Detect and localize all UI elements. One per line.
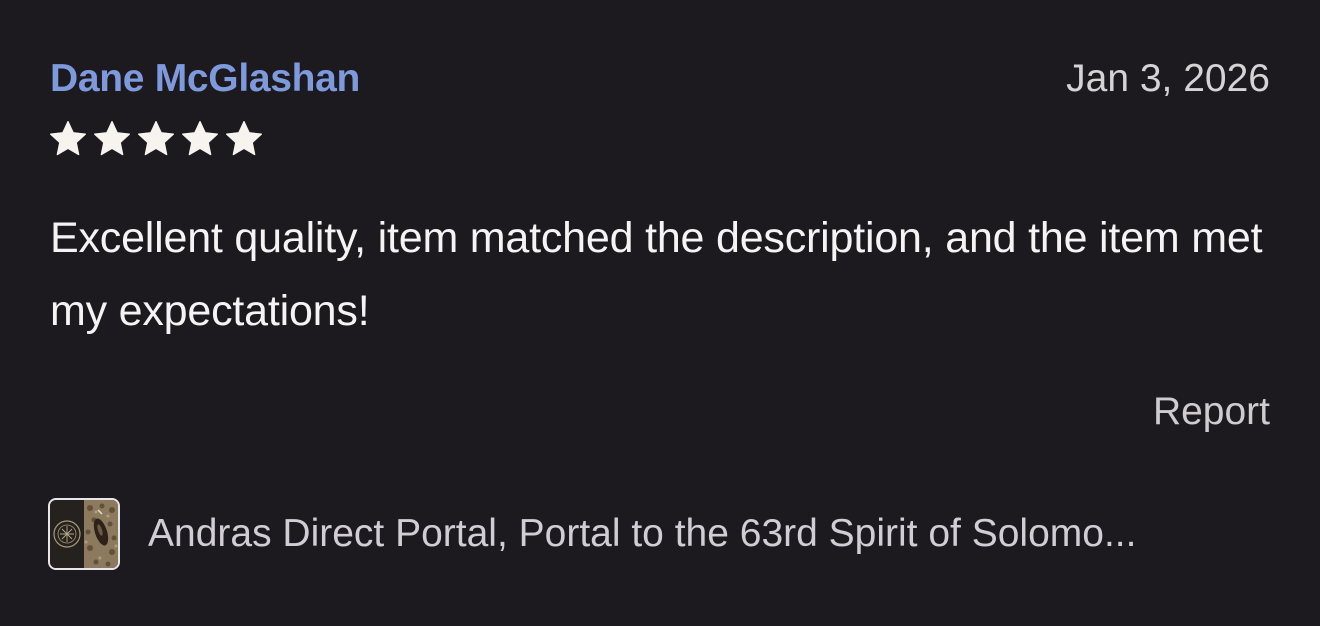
review-card: Dane McGlashan Jan 3, 2026 Excellent qua… <box>0 0 1320 626</box>
listing-thumbnail[interactable] <box>48 498 120 570</box>
report-button[interactable]: Report <box>1153 389 1270 435</box>
star-icon <box>138 121 174 156</box>
listing-link[interactable]: Andras Direct Portal, Portal to the 63rd… <box>48 496 1270 572</box>
star-rating <box>48 118 264 160</box>
listing-title[interactable]: Andras Direct Portal, Portal to the 63rd… <box>148 512 1136 556</box>
reviewer-name[interactable]: Dane McGlashan <box>50 56 360 102</box>
review-text: Excellent quality, item matched the desc… <box>50 214 1263 335</box>
star-icon <box>226 121 262 156</box>
review-date: Jan 3, 2026 <box>1066 57 1270 100</box>
star-icon <box>50 121 87 156</box>
star-icon <box>94 121 130 156</box>
star-icon <box>182 121 218 156</box>
listing-thumbnail-image <box>50 500 118 568</box>
